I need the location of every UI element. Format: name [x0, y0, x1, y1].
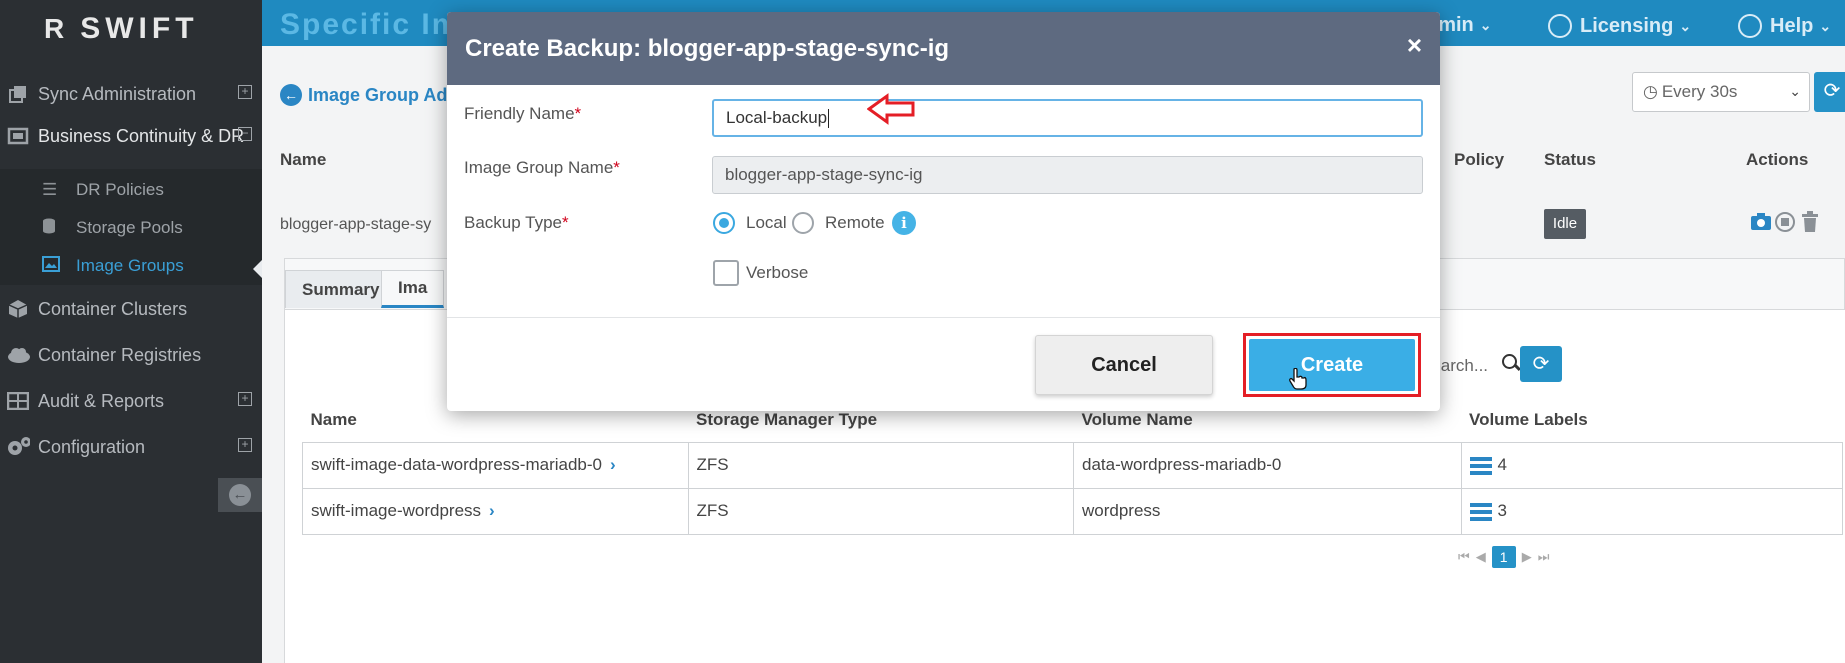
backup-type-local-radio[interactable]	[713, 212, 735, 234]
label-text: Backup Type	[464, 213, 562, 232]
required-mark: *	[561, 213, 569, 232]
friendly-name-input[interactable]: Local-backup	[712, 99, 1423, 137]
label-text: Image Group Name	[464, 158, 614, 177]
friendly-name-label: Friendly Name*	[464, 104, 581, 124]
text-caret	[828, 108, 830, 128]
create-button[interactable]: Create	[1249, 339, 1415, 391]
required-mark: *	[574, 104, 582, 123]
backup-type-label: Backup Type*	[464, 213, 569, 233]
image-group-name-value: blogger-app-stage-sync-ig	[725, 165, 923, 184]
remote-label[interactable]: Remote	[825, 213, 885, 233]
dialog-title: Create Backup: blogger-app-stage-sync-ig	[465, 34, 950, 62]
close-icon[interactable]: ×	[1407, 30, 1422, 61]
hand-cursor-icon	[1289, 367, 1307, 396]
create-button-highlight: Create	[1243, 333, 1421, 397]
info-icon[interactable]: i	[892, 211, 916, 235]
required-mark: *	[613, 158, 620, 177]
verbose-checkbox[interactable]	[713, 260, 739, 286]
backup-type-remote-radio[interactable]	[792, 212, 814, 234]
image-group-name-field: blogger-app-stage-sync-ig	[712, 156, 1423, 194]
verbose-label[interactable]: Verbose	[746, 263, 808, 283]
label-text: Friendly Name	[464, 104, 575, 123]
cancel-button[interactable]: Cancel	[1035, 335, 1213, 395]
create-backup-dialog: Create Backup: blogger-app-stage-sync-ig…	[447, 12, 1440, 411]
footer-divider	[447, 317, 1440, 318]
dialog-header: Create Backup: blogger-app-stage-sync-ig	[447, 12, 1440, 85]
red-arrow-annotation	[867, 93, 915, 125]
local-label[interactable]: Local	[746, 213, 787, 233]
image-group-name-label: Image Group Name*	[464, 158, 620, 178]
friendly-name-value: Local-backup	[726, 108, 828, 127]
